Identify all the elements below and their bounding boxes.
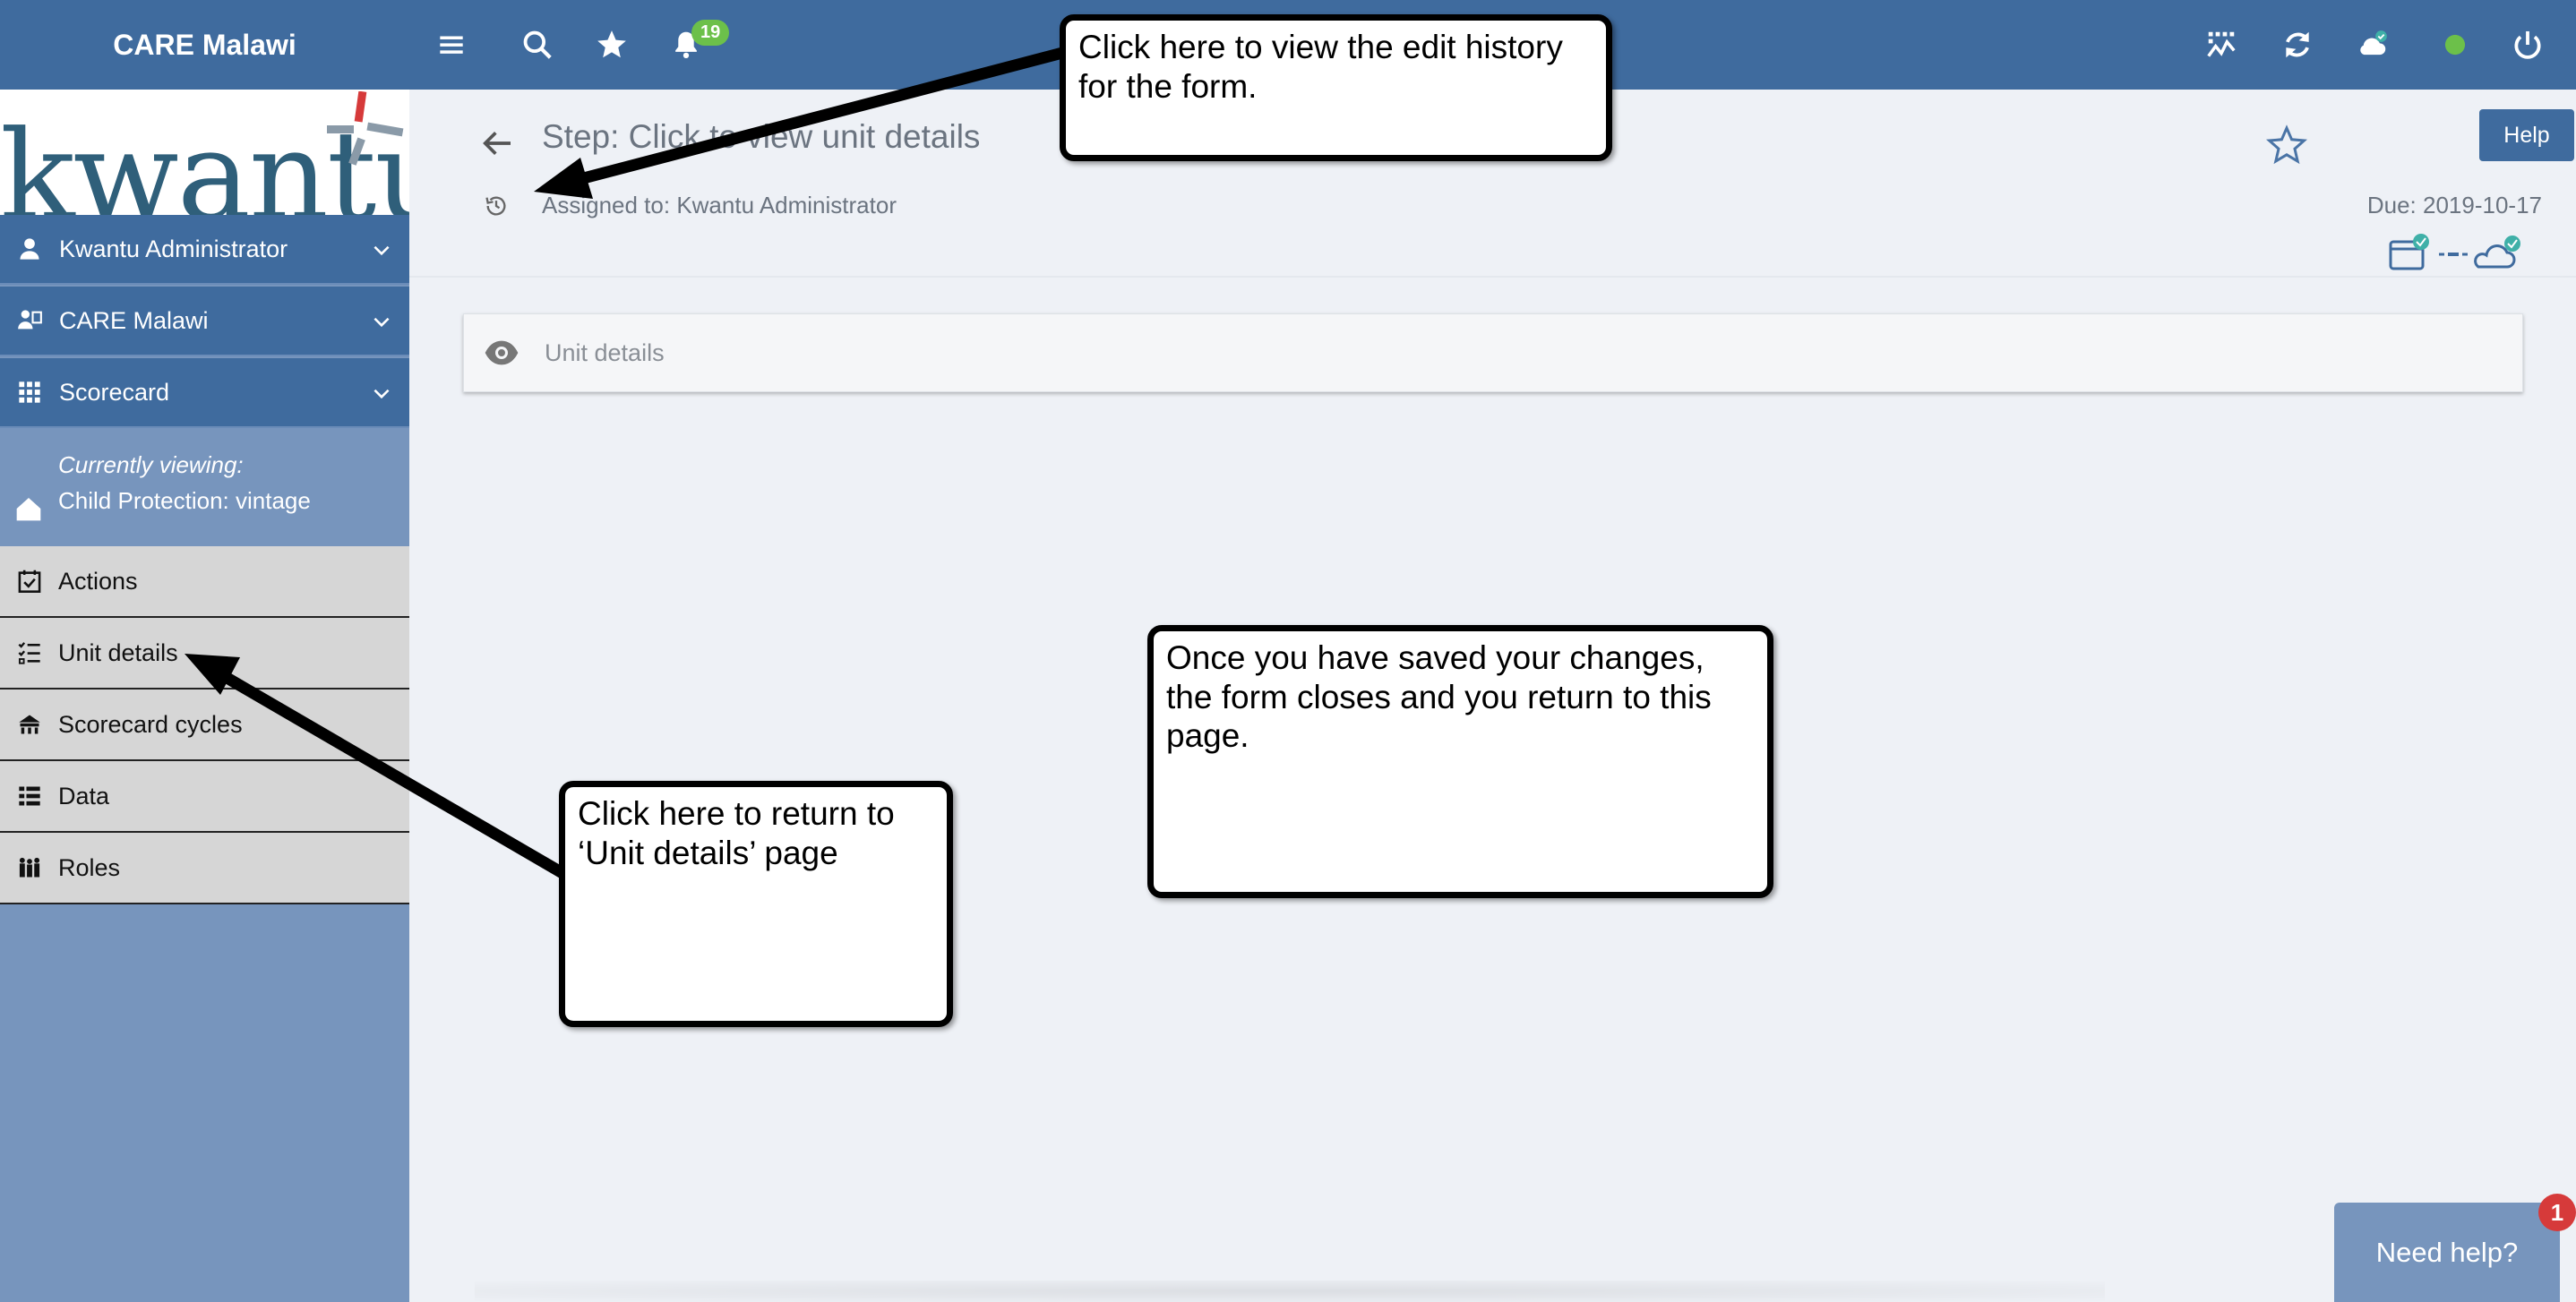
help-button[interactable]: Help [2479,109,2574,161]
logo-mark-icon [327,91,404,166]
user-menu-label: Kwantu Administrator [59,235,288,262]
kwantu-logo: kwantu [0,90,409,215]
callout-saved-changes: Once you have saved your changes, the fo… [1147,625,1773,898]
user-menu[interactable]: Kwantu Administrator [0,215,409,285]
content-shadow [475,1281,2105,1302]
need-help-button[interactable]: Need help? [2334,1203,2560,1302]
callout-edit-history: Click here to view the edit history for … [1060,14,1612,161]
organization-icon [16,307,43,334]
search-icon[interactable] [518,25,557,64]
user-icon [16,236,43,262]
app-menu[interactable]: Scorecard [0,358,409,428]
sidebar-item-actions[interactable]: Actions [0,546,409,618]
sync-icon[interactable] [2278,25,2317,64]
home-icon [16,498,41,521]
sidebar-item-label: Data [58,782,110,809]
chevron-down-icon [374,245,390,256]
back-arrow-icon[interactable] [479,125,515,161]
callout-return-unit-details: Click here to return to ‘Unit details’ p… [559,781,953,1027]
chevron-down-icon [374,317,390,328]
sidebar-item-label: Actions [58,567,138,595]
people-icon [16,854,43,881]
checklist-icon [16,639,43,666]
sidebar-item-unit-details[interactable]: Unit details [0,618,409,690]
step-title: Step: Click to view unit details [542,118,981,155]
app-menu-label: Scorecard [59,378,170,406]
star-icon[interactable] [592,25,631,64]
power-icon[interactable] [2508,25,2547,64]
currently-viewing: Currently viewing: Child Protection: vin… [0,430,409,546]
sidebar: kwantu Kwantu Administrator CARE Malawi … [0,90,409,1302]
cloud-sync-icon[interactable] [2353,25,2392,64]
calendar-check-icon [16,568,43,595]
unit-details-card-label: Unit details [545,339,665,366]
online-status-icon [2435,25,2475,64]
sidebar-item-label: Roles [58,853,121,881]
currently-viewing-value: Child Protection: vintage [58,487,311,514]
chevron-down-icon [374,389,390,399]
favorite-star-icon[interactable] [2265,124,2308,167]
sync-status-icon [2389,234,2520,270]
sidebar-item-scorecard-cycles[interactable]: Scorecard cycles [0,690,409,761]
org-menu[interactable]: CARE Malawi [0,287,409,356]
sidebar-item-label: Unit details [58,638,178,666]
eye-icon [485,340,519,365]
org-menu-label: CARE Malawi [59,306,209,334]
grid-icon [16,379,43,406]
notification-badge: 19 [691,20,730,46]
need-help-badge: 1 [2538,1194,2576,1231]
sidebar-item-roles[interactable]: Roles [0,833,409,904]
due-date: Due: 2019-10-17 [2366,192,2542,218]
sidebar-item-data[interactable]: Data [0,761,409,833]
app-brand[interactable]: CARE Malawi [0,0,409,90]
history-icon[interactable] [484,193,509,218]
building-icon [16,711,43,738]
list-icon [16,783,43,809]
analytics-icon[interactable] [2202,25,2241,64]
sidebar-item-label: Scorecard cycles [58,710,243,738]
menu-icon[interactable] [432,25,471,64]
currently-viewing-label: Currently viewing: [58,451,244,478]
unit-details-card[interactable]: Unit details [463,313,2523,392]
assigned-to: Assigned to: Kwantu Administrator [542,192,897,218]
